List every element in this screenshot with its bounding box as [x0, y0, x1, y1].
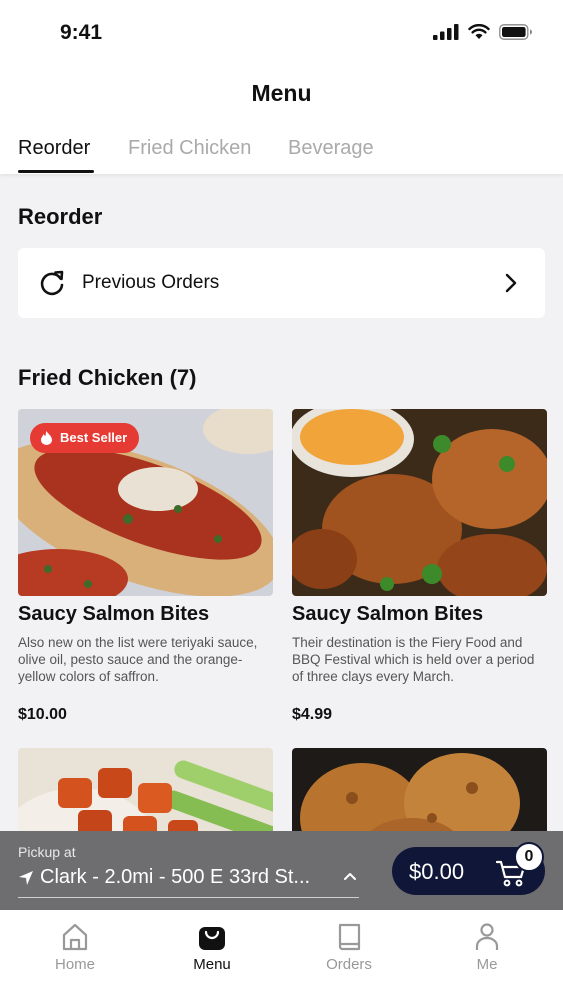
chevron-up-icon	[344, 873, 356, 880]
book-icon	[338, 923, 361, 951]
bag-icon	[199, 927, 225, 950]
nav-home-label: Home	[54, 956, 95, 973]
item-description: Also new on the list were teriyaki sauce…	[18, 635, 258, 684]
item-description: Their destination is the Fiery Food and …	[292, 635, 535, 684]
bottom-nav: Home Menu Orders Me	[0, 910, 563, 1000]
cart-button[interactable]: $0.00 0	[392, 842, 545, 895]
fried-chicken-section-title: Fried Chicken (7)	[18, 365, 197, 390]
nav-orders[interactable]: Orders	[299, 922, 399, 973]
nav-me[interactable]: Me	[437, 922, 537, 973]
nav-header: Menu	[0, 62, 563, 122]
home-icon	[62, 923, 88, 951]
menu-item-card[interactable]: Best Seller Saucy Salmon Bites Also new …	[18, 409, 273, 729]
menu-item-card[interactable]: Saucy Salmon Bites Their destination is …	[292, 409, 547, 729]
item-name: Saucy Salmon Bites	[292, 603, 484, 625]
chevron-right-icon	[505, 273, 517, 293]
flame-icon	[41, 431, 52, 445]
pickup-label: Pickup at	[18, 844, 76, 860]
status-bar: 9:41	[0, 0, 563, 62]
tab-beverage[interactable]: Beverage	[288, 137, 374, 160]
badge-label: Best Seller	[60, 430, 128, 445]
refresh-icon	[40, 270, 64, 296]
person-icon	[475, 923, 499, 950]
wifi-icon	[468, 24, 490, 39]
previous-orders-label: Previous Orders	[82, 272, 220, 293]
food-image	[292, 409, 547, 596]
navigation-arrow-icon	[19, 871, 33, 885]
nav-orders-label: Orders	[326, 956, 372, 973]
food-image: Best Seller	[18, 409, 273, 596]
reorder-section-title: Reorder	[18, 204, 103, 229]
item-name: Saucy Salmon Bites	[18, 603, 210, 625]
nav-me-label: Me	[476, 956, 498, 973]
previous-orders-button[interactable]: Previous Orders	[18, 248, 545, 318]
page-title: Menu	[251, 80, 312, 106]
pickup-location: Clark - 2.0mi - 500 E 33rd St...	[40, 866, 311, 888]
active-tab-indicator	[18, 170, 94, 173]
item-price: $10.00	[18, 706, 67, 723]
nav-home[interactable]: Home	[25, 922, 125, 973]
nav-menu[interactable]: Menu	[162, 922, 262, 973]
tab-fried-chicken[interactable]: Fried Chicken	[128, 137, 251, 160]
battery-icon	[499, 24, 532, 40]
item-price: $4.99	[292, 706, 333, 723]
cart-total: $0.00	[409, 859, 465, 884]
nav-menu-label: Menu	[193, 956, 231, 973]
cart-count-badge: 0	[514, 842, 544, 872]
signal-icon	[433, 24, 459, 40]
pickup-location-selector[interactable]: Clark - 2.0mi - 500 E 33rd St...	[18, 866, 359, 898]
best-seller-badge: Best Seller	[30, 423, 140, 453]
status-icons	[433, 24, 533, 40]
category-tabs: Reorder Fried Chicken Beverage	[0, 122, 563, 174]
pickup-bar: Pickup at Clark - 2.0mi - 500 E 33rd St.…	[0, 831, 563, 910]
tab-reorder[interactable]: Reorder	[18, 137, 90, 160]
status-time: 9:41	[60, 21, 103, 44]
